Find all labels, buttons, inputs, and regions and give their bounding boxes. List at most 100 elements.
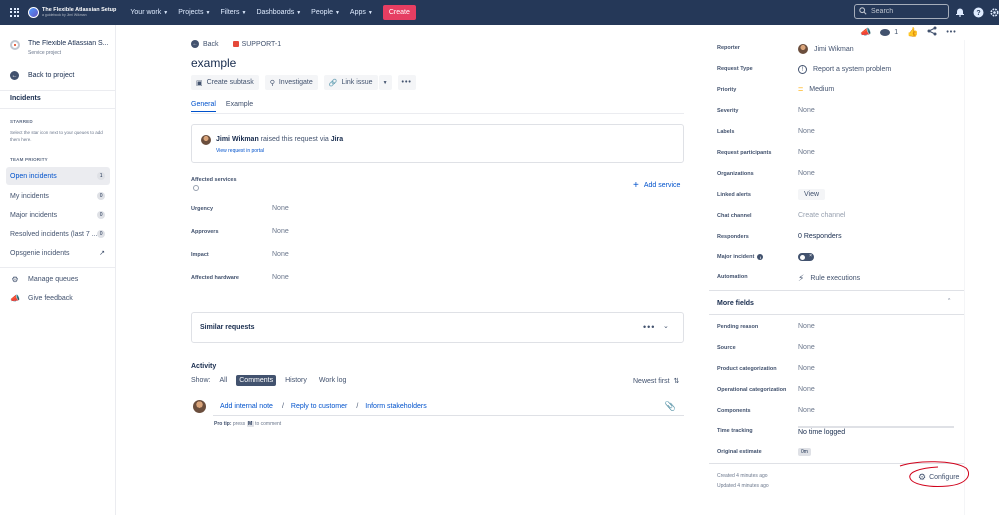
nav-apps[interactable]: Apps ▼ [350,9,373,16]
inform-stakeholders-link[interactable]: Inform stakeholders [365,403,426,410]
search-field[interactable] [854,4,949,19]
reporter-value[interactable]: Jimi Wikman [798,44,854,54]
chevron-down-icon[interactable]: ⌄ [663,322,669,330]
issue-key-link[interactable]: SUPPORT-1 [242,41,282,48]
nav-dashboards[interactable]: Dashboards ▼ [256,9,301,16]
more-fields-toggle[interactable]: More fields [717,300,754,307]
more-icon[interactable]: ••• [643,322,655,332]
urgency-label: Urgency [191,206,214,212]
nav-filters-label: Filters [220,9,240,16]
nav-projects[interactable]: Projects ▼ [178,9,210,16]
queue-my-incidents[interactable]: My incidents 0 [6,187,110,205]
linked-alerts-value: View [798,189,826,200]
view-alerts-button[interactable]: View [798,189,826,200]
responders-value[interactable]: 0 Responders [798,233,842,240]
approvers-value[interactable]: None [272,228,289,235]
tab-general[interactable]: General [191,101,216,112]
reporter-name: Jimi Wikman [814,45,854,53]
major-incident-label: Major incident [717,254,755,260]
back-to-project-link[interactable]: ← Back to project [10,71,74,80]
thumbs-up-icon[interactable]: 👍 [907,27,918,38]
reply-to-customer-link[interactable]: Reply to customer [291,403,347,410]
filter-work-log[interactable]: Work log [316,375,350,386]
site-logo[interactable]: The Flexible Atlassian Setup a guidebook… [28,7,116,18]
nav-your-work[interactable]: Your work ▼ [130,9,168,16]
add-internal-note-link[interactable]: Add internal note [220,403,273,410]
tab-example[interactable]: Example [226,101,253,112]
share-icon[interactable] [927,26,937,38]
time-tracking-bar[interactable] [798,426,954,428]
field-label-source: Source [717,345,736,351]
organizations-value[interactable]: None [798,170,815,177]
investigate-button[interactable]: ⚲ Investigate [264,75,318,90]
create-subtask-button[interactable]: ▣ Create subtask [191,75,259,90]
link-issue-dropdown[interactable]: ▼ [378,75,392,90]
watch-count: 1 [894,28,899,36]
manage-queues-link[interactable]: ⚙ Manage queues [10,275,78,284]
requester-name[interactable]: Jimi Wikman [216,136,259,143]
more-icon[interactable]: ••• [946,29,956,36]
major-incident-toggle[interactable]: × [798,253,814,261]
comment-composer[interactable]: Add internal note / Reply to customer / … [213,398,684,416]
project-name: The Flexible Atlassian S... [28,40,109,47]
notifications-bell-icon[interactable] [954,6,966,18]
operational-categorization-value[interactable]: None [798,386,815,393]
automation-value[interactable]: ⚡ Rule executions [798,273,860,284]
source-value[interactable]: None [798,344,815,351]
project-header[interactable]: The Flexible Atlassian S... Service proj… [10,40,109,56]
pending-reason-value[interactable]: None [798,323,815,330]
field-label-chat-channel: Chat channel [717,213,752,219]
info-icon: i [757,254,764,260]
similar-requests-panel[interactable]: Similar requests ••• ⌄ [191,312,684,343]
field-label-product-categorization: Product categorization [717,366,777,372]
nav-filters[interactable]: Filters ▼ [220,9,246,16]
view-request-portal-link[interactable]: View request in portal [216,148,264,154]
priority-value[interactable]: = Medium [798,84,834,94]
impact-value[interactable]: None [272,251,289,258]
priority-medium-icon: = [798,84,804,94]
more-actions-button[interactable]: ••• [397,75,416,90]
queue-opsgenie-incidents[interactable]: Opsgenie incidents ↗ [6,244,110,262]
sort-order-button[interactable]: Newest first ⇅ [633,377,679,385]
components-value[interactable]: None [798,407,815,414]
nav-people[interactable]: People ▼ [311,9,340,16]
watch-button[interactable]: 1 [880,28,899,36]
original-estimate-value[interactable]: 0m [798,448,811,456]
queue-open-incidents[interactable]: Open incidents 1 [6,167,110,185]
filter-all[interactable]: All [216,375,230,386]
queue-count: 0 [97,192,105,200]
attachment-icon[interactable]: 📎 [665,401,676,412]
filter-history[interactable]: History [282,375,310,386]
settings-gear-icon[interactable] [990,6,999,18]
back-link[interactable]: Back [203,41,219,48]
issue-title[interactable]: example [191,56,236,70]
help-icon[interactable]: ? [972,6,984,18]
app-switcher-icon[interactable] [10,7,20,18]
labels-value[interactable]: None [798,128,815,135]
link-issue-button[interactable]: 🔗 Link issue [323,75,378,90]
request-participants-value[interactable]: None [798,149,815,156]
queue-resolved-incidents[interactable]: Resolved incidents (last 7 ... 0 [6,225,110,243]
add-service-label: Add service [643,182,681,189]
affected-hardware-value[interactable]: None [272,274,289,281]
request-type-value[interactable]: ! Report a system problem [798,65,891,74]
gear-icon: ⚙ [11,275,19,284]
configure-button[interactable]: ⚙ Configure [918,472,959,483]
filter-comments[interactable]: Comments [236,375,277,386]
arrow-left-icon[interactable]: ← [191,40,199,48]
search-input[interactable] [871,8,946,15]
queue-major-incidents[interactable]: Major incidents 0 [6,206,110,224]
urgency-value[interactable]: None [272,205,289,212]
field-label-severity: Severity [717,108,739,114]
feedback-megaphone-icon[interactable]: 📣 [860,27,871,38]
chevron-up-icon[interactable]: ˆ [948,299,950,306]
create-channel-link[interactable]: Create channel [798,212,845,219]
give-feedback-link[interactable]: 📣 Give feedback [10,294,73,303]
add-service-button[interactable]: + Add service [633,180,680,191]
separator: / [281,403,284,410]
create-button[interactable]: Create [382,5,416,20]
field-label-linked-alerts: Linked alerts [717,192,751,198]
severity-value[interactable]: None [798,107,815,114]
logo-icon [28,7,39,18]
product-categorization-value[interactable]: None [798,365,815,372]
